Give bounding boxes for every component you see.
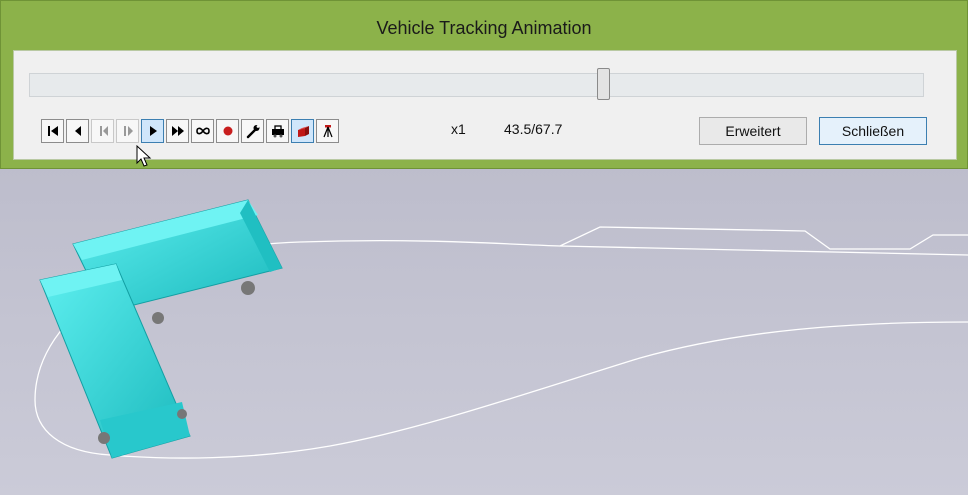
play-reverse-button[interactable] [91,119,114,143]
play-icon [149,126,157,136]
tripod-icon [322,125,333,138]
timeline-slider-thumb[interactable] [597,68,610,100]
play-button[interactable] [141,119,164,143]
solid-view-button[interactable] [291,119,314,143]
loop-icon [195,127,210,135]
play-reverse-icon [99,126,108,136]
step-back-icon [74,126,81,136]
record-button[interactable] [216,119,239,143]
playback-time: 43.5/67.7 [504,121,563,137]
loop-button[interactable] [191,119,214,143]
close-button[interactable]: Schließen [819,117,927,145]
settings-button[interactable] [241,119,264,143]
wrench-icon [246,125,259,139]
vehicle-button[interactable] [266,119,289,143]
mouse-cursor-icon [136,145,152,167]
pause-icon [123,126,133,136]
vehicle-icon [271,125,284,138]
skip-to-start-icon [47,126,58,136]
playback-toolbar [41,119,339,145]
vehicle-tracking-dialog: Vehicle Tracking Animation x1 43.5/67.7 … [0,0,968,169]
dialog-client-area: x1 43.5/67.7 Erweitert Schließen [13,50,957,160]
playback-speed: x1 [451,121,466,137]
cube-icon [297,126,309,137]
fast-forward-icon [171,126,184,136]
record-icon [223,126,232,136]
survey-button[interactable] [316,119,339,143]
timeline-slider[interactable] [29,68,924,100]
step-back-button[interactable] [66,119,89,143]
first-frame-button[interactable] [41,119,64,143]
fast-forward-button[interactable] [166,119,189,143]
extended-button[interactable]: Erweitert [699,117,807,145]
pause-button[interactable] [116,119,139,143]
window-title: Vehicle Tracking Animation [376,18,592,38]
